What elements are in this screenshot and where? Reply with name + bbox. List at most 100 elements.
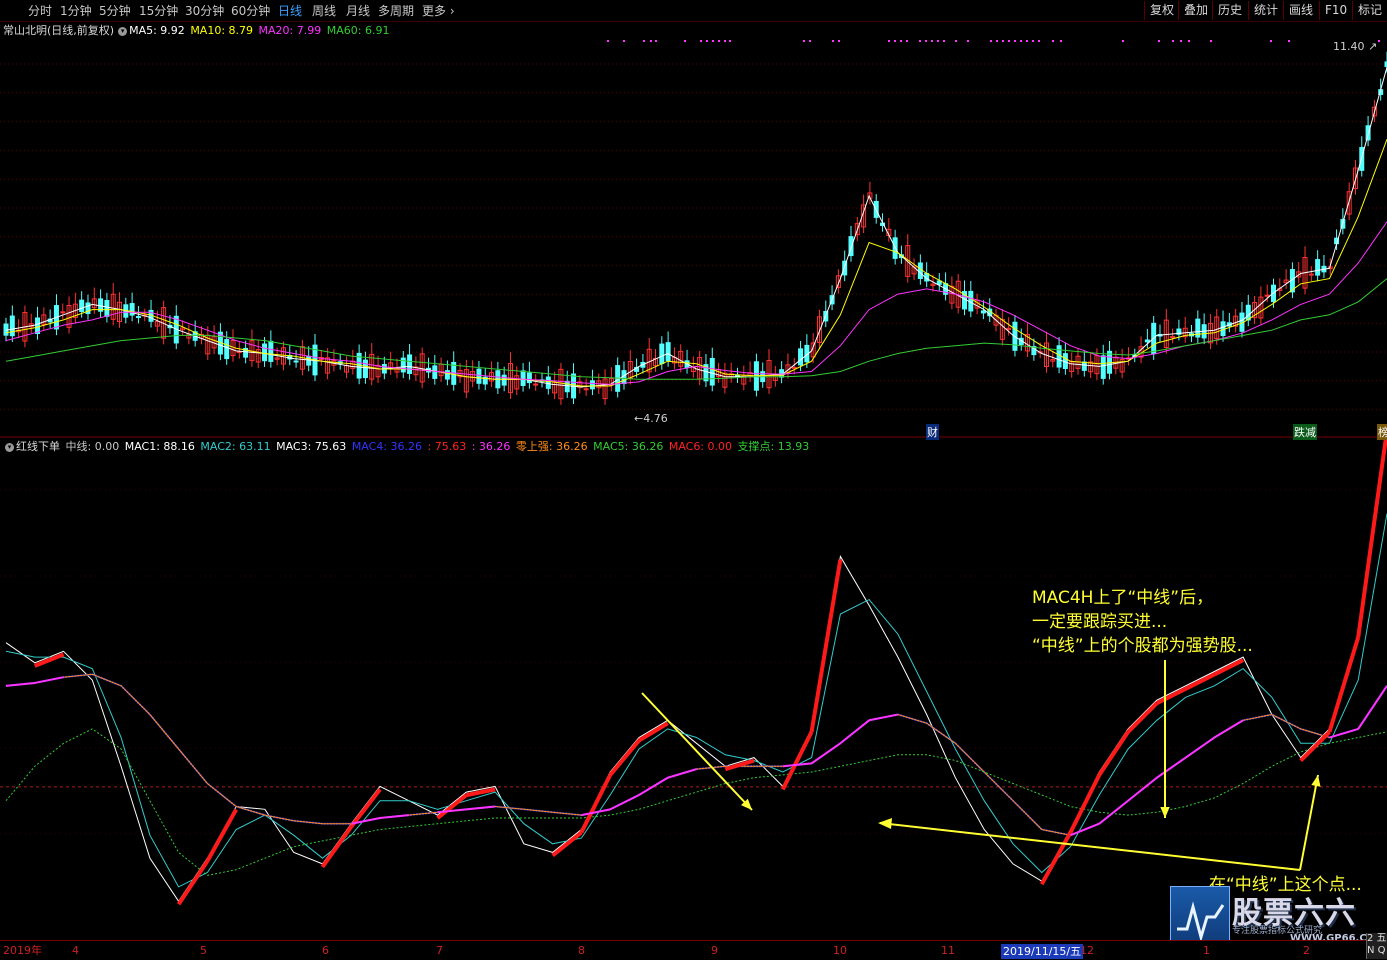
- corner-label: 2 五笔: [1367, 933, 1387, 944]
- red-signal-segment: [1327, 636, 1361, 733]
- high-price-label: 11.40 ↗: [1333, 40, 1377, 53]
- candle-body: [709, 357, 715, 386]
- event-marker-finance[interactable]: 财: [926, 424, 939, 440]
- signal-dot: [706, 40, 708, 42]
- magenta-strong-segment: [811, 742, 841, 765]
- signal-dot: [1020, 40, 1022, 42]
- watermark-logo-icon: [1170, 886, 1230, 948]
- chart-canvas[interactable]: [0, 0, 1387, 959]
- signal-dot: [990, 40, 992, 42]
- signal-dot: [712, 40, 714, 42]
- signal-dot: [718, 40, 720, 42]
- moving-average-lines: [5, 66, 1387, 388]
- magenta-strong-segment: [1357, 685, 1387, 730]
- event-markers: [607, 40, 1380, 42]
- candle-body: [545, 376, 551, 389]
- event-marker-reduce[interactable]: 跌减: [1293, 424, 1317, 440]
- signal-dot: [967, 40, 969, 42]
- signal-dot: [1026, 40, 1028, 42]
- signal-dot: [1180, 40, 1182, 42]
- signal-dot: [803, 40, 805, 42]
- ma-line-ma10: [5, 139, 1387, 387]
- red-signal-segment: [465, 787, 496, 798]
- red-signal-segment: [176, 860, 210, 906]
- candle-body: [224, 339, 230, 360]
- axis-month-label: 9: [711, 944, 718, 957]
- candle-body: [589, 380, 595, 390]
- signal-dot: [1052, 40, 1054, 42]
- candle-body: [1081, 361, 1087, 371]
- candle-body: [104, 299, 110, 317]
- candle-body: [79, 299, 85, 312]
- magenta-strong-segment: [1156, 756, 1187, 779]
- red-signal-segment: [1213, 658, 1245, 677]
- arrow-right-icon: ↗: [1364, 40, 1378, 53]
- signal-dot: [838, 40, 840, 42]
- ma-line-ma20: [5, 221, 1387, 385]
- candle-body: [798, 348, 804, 366]
- candle-body: [917, 262, 923, 280]
- signal-dot: [1210, 40, 1212, 42]
- signal-dot: [1038, 40, 1040, 42]
- axis-month-label: 7: [436, 944, 443, 957]
- magenta-strong-segment: [839, 719, 870, 745]
- axis-month-label: 6: [322, 944, 329, 957]
- indicator-line-mac2: [5, 513, 1387, 888]
- signal-dot: [955, 40, 957, 42]
- candle-body: [9, 315, 15, 337]
- indicator-line-零上强: [5, 673, 1387, 836]
- axis-month-label: 2: [1303, 944, 1310, 957]
- red-signal-segment: [579, 774, 612, 834]
- event-marker-list[interactable]: 榜: [1377, 424, 1387, 440]
- magenta-strong-segment: [581, 808, 611, 817]
- date-axis: 2019年 4 5 6 7 8 9 10 11 12 1 2 2019/11/1…: [0, 940, 1366, 960]
- red-signal-segment: [1184, 672, 1216, 691]
- magenta-strong-segment: [609, 794, 640, 811]
- signal-dot: [900, 40, 902, 42]
- cursor-date-label: 2019/11/15/五: [1001, 944, 1084, 959]
- signal-dot: [906, 40, 908, 42]
- signal-dot: [700, 40, 702, 42]
- signal-dot: [888, 40, 890, 42]
- candle-body: [980, 310, 986, 314]
- candle-body: [1170, 336, 1176, 339]
- price-gridlines: [0, 63, 1387, 835]
- red-signal-segment: [436, 793, 468, 820]
- candle-body: [564, 380, 570, 393]
- candle-body: [407, 354, 413, 375]
- corner-sub: N Q: [1367, 945, 1386, 956]
- signal-dot: [1014, 40, 1016, 42]
- candle-body: [1308, 273, 1314, 276]
- red-signal-segment: [1097, 730, 1130, 777]
- arrow-left-icon: ←: [634, 412, 644, 425]
- signal-dot: [937, 40, 939, 42]
- magenta-strong-segment: [638, 776, 669, 796]
- corner-panel[interactable]: 2 五笔 N Q: [1366, 933, 1387, 959]
- candle-body: [362, 359, 368, 379]
- signal-dot: [643, 40, 645, 42]
- axis-year-label: 2019年: [3, 944, 42, 957]
- signal-dot: [919, 40, 921, 42]
- annotation-line-2: 一定要跟踪买进...: [1032, 612, 1168, 632]
- candle-body: [791, 366, 797, 369]
- signal-dot: [655, 40, 657, 42]
- ma-line-ma5: [5, 66, 1387, 388]
- signal-dot: [1158, 40, 1160, 42]
- candle-body: [432, 365, 438, 379]
- high-price-value: 11.40: [1333, 40, 1365, 53]
- candle-body: [533, 383, 539, 386]
- red-signal-segment: [551, 830, 583, 857]
- signal-dot: [832, 40, 834, 42]
- signal-dot: [1060, 40, 1062, 42]
- magenta-strong-segment: [868, 713, 899, 722]
- signal-dot: [684, 40, 686, 42]
- red-signal-segment: [34, 652, 65, 668]
- candle-body: [262, 343, 268, 362]
- signal-dot: [925, 40, 927, 42]
- candle-body: [1264, 294, 1270, 297]
- candle-body: [1056, 345, 1062, 368]
- candle-body: [268, 340, 274, 362]
- candle-body: [1100, 355, 1106, 379]
- red-signal-segment: [781, 731, 814, 791]
- red-signal-segment: [608, 739, 641, 777]
